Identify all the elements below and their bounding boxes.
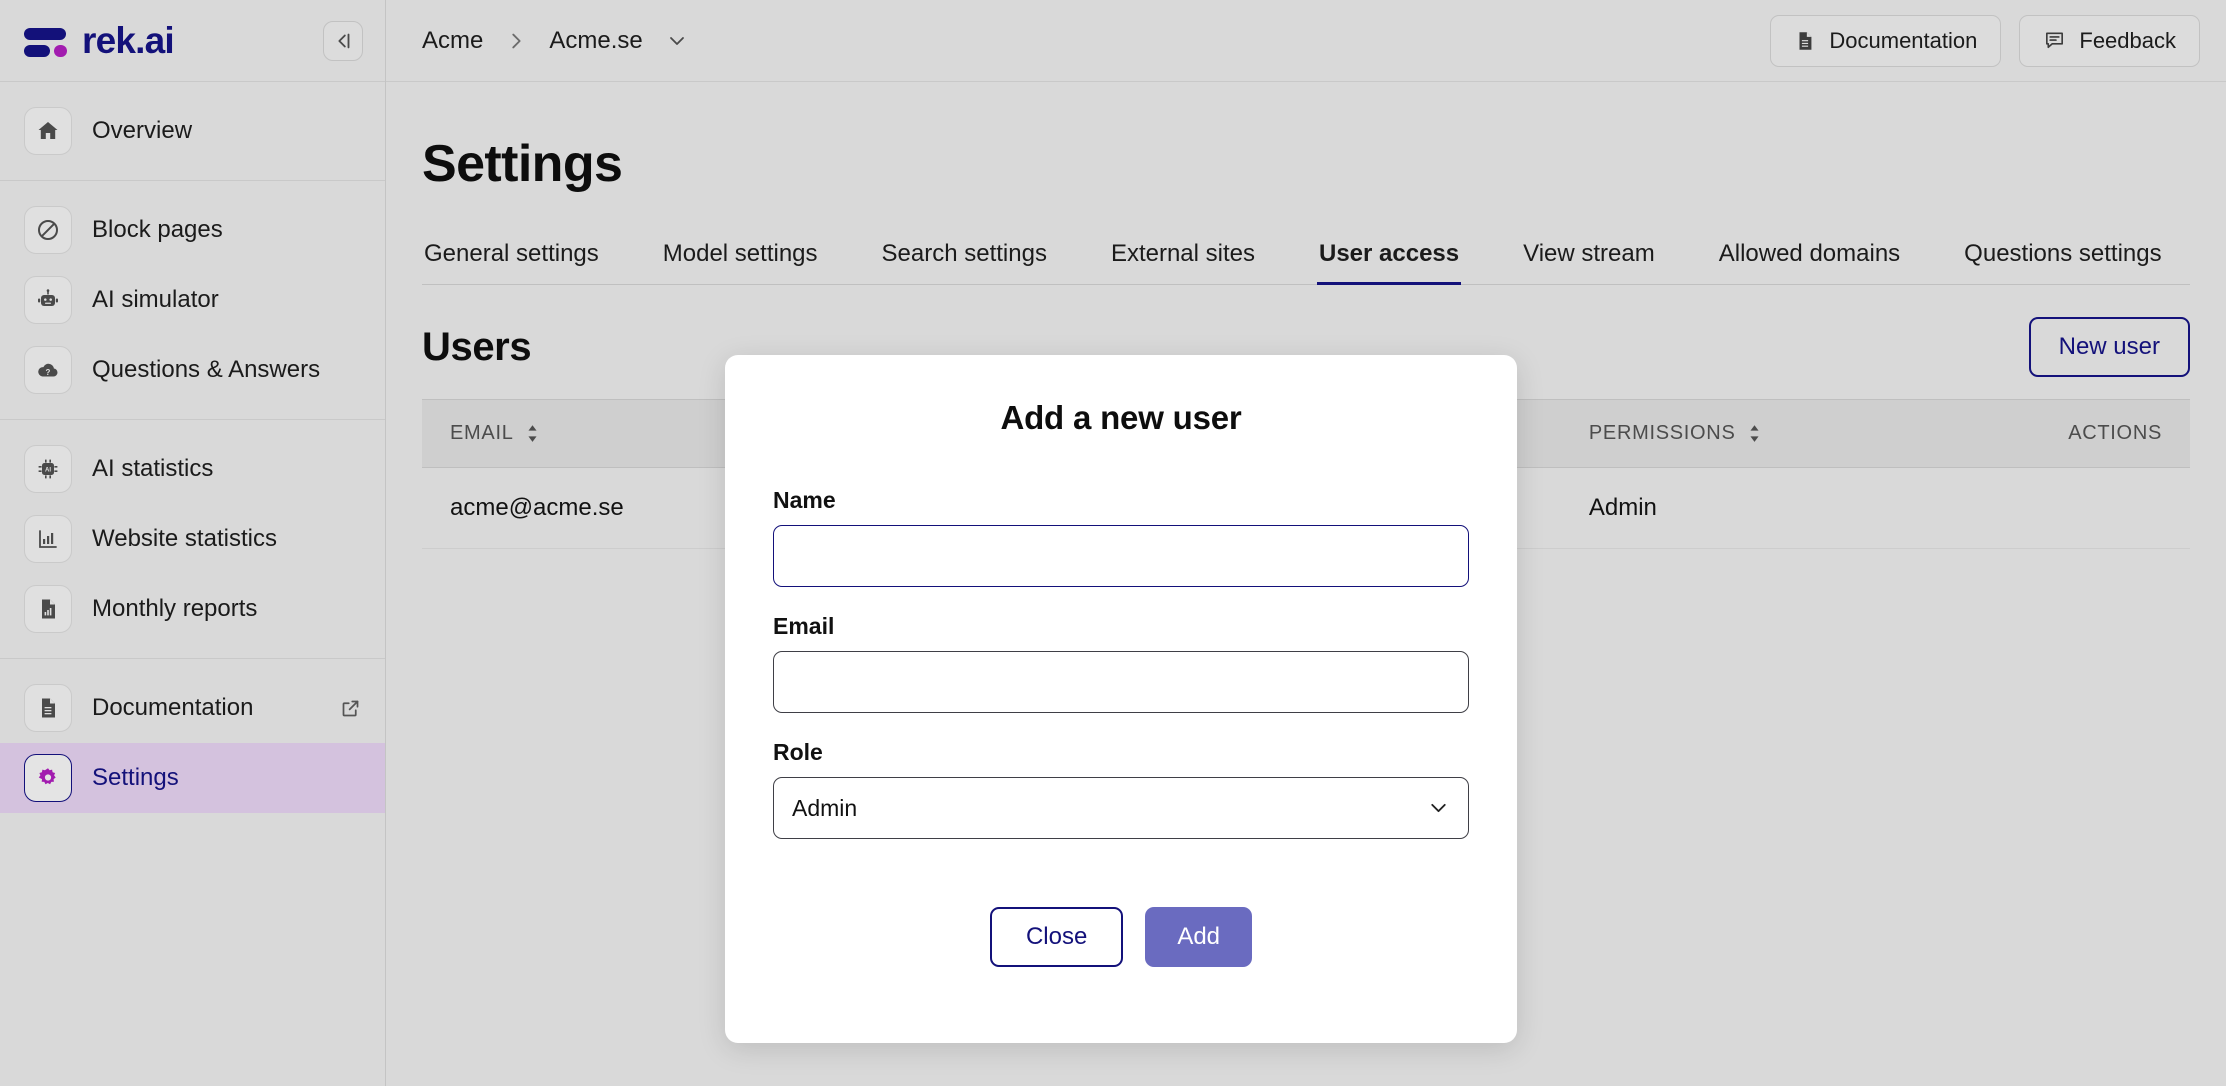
role-field-label: Role bbox=[773, 739, 823, 765]
email-field-label: Email bbox=[773, 613, 835, 639]
cloud-question-icon: ? bbox=[24, 346, 72, 394]
role-field-group: Role AdminUserEditorViewer bbox=[773, 739, 1469, 839]
topbar-actions: Documentation Feedback bbox=[1770, 14, 2200, 67]
role-select[interactable]: AdminUserEditorViewer bbox=[773, 777, 1469, 839]
add-button[interactable]: Add bbox=[1145, 907, 1253, 967]
email-input[interactable] bbox=[773, 651, 1469, 713]
tab-allowed-domains[interactable]: Allowed domains bbox=[1717, 240, 1902, 284]
sidebar-item-ai-statistics[interactable]: AI AI statistics bbox=[0, 434, 385, 504]
sidebar-item-label: Block pages bbox=[92, 216, 223, 243]
sidebar-group-4: Documentation Settings bbox=[0, 658, 385, 827]
breadcrumb-item-org[interactable]: Acme bbox=[422, 27, 483, 55]
document-chart-icon bbox=[24, 585, 72, 633]
sort-icon bbox=[525, 424, 540, 443]
sidebar-item-block-pages[interactable]: Block pages bbox=[0, 195, 385, 265]
home-icon bbox=[24, 107, 72, 155]
brand[interactable]: rek.ai bbox=[24, 20, 175, 61]
sidebar-item-label: Overview bbox=[92, 117, 193, 144]
tab-questions-settings[interactable]: Questions settings bbox=[1962, 240, 2163, 284]
column-header-permissions[interactable]: PERMISSIONS bbox=[1588, 399, 1978, 468]
external-link-icon bbox=[340, 698, 361, 719]
chevron-right-icon bbox=[505, 30, 527, 52]
tab-user-access[interactable]: User access bbox=[1317, 240, 1462, 285]
modal-actions: Close Add bbox=[773, 907, 1469, 967]
sidebar-item-settings[interactable]: Settings bbox=[0, 743, 385, 813]
main-area: Acme Acme.se Documentation Feedback Sett… bbox=[386, 0, 2226, 1086]
feedback-button[interactable]: Feedback bbox=[2019, 14, 2200, 67]
name-field-label: Name bbox=[773, 487, 836, 513]
modal-title: Add a new user bbox=[1000, 399, 1242, 436]
add-user-modal: Add a new user Name Email Role AdminUser… bbox=[725, 355, 1517, 1043]
chip-ai-icon: AI bbox=[24, 445, 72, 493]
tab-view-stream[interactable]: View stream bbox=[1521, 240, 1657, 284]
sidebar-item-label: Website statistics bbox=[92, 525, 277, 552]
sidebar-brand-row: rek.ai bbox=[0, 0, 385, 82]
tab-general-settings[interactable]: General settings bbox=[422, 240, 601, 284]
column-header-actions: ACTIONS bbox=[1977, 399, 2190, 468]
sidebar-item-overview[interactable]: Overview bbox=[0, 96, 385, 166]
cell-permissions: Admin bbox=[1588, 467, 1978, 549]
cell-actions bbox=[1977, 467, 2190, 549]
collapse-sidebar-icon[interactable] bbox=[323, 20, 363, 61]
tab-external-sites[interactable]: External sites bbox=[1109, 240, 1257, 284]
close-button[interactable]: Close bbox=[989, 907, 1124, 967]
new-user-button[interactable]: New user bbox=[2028, 317, 2190, 377]
tab-model-settings[interactable]: Model settings bbox=[661, 240, 820, 284]
document-icon bbox=[1794, 30, 1816, 52]
chat-bubble-icon bbox=[2043, 29, 2066, 52]
sidebar-item-label: Settings bbox=[92, 764, 179, 791]
sidebar-nav: Overview Block pages AI simulator ? Ques… bbox=[0, 82, 385, 1086]
block-circle-icon bbox=[24, 206, 72, 254]
document-icon bbox=[24, 684, 72, 732]
sidebar: rek.ai Overview Block pages AI simulator… bbox=[0, 0, 386, 1086]
sidebar-group-2: Block pages AI simulator ? Questions & A… bbox=[0, 180, 385, 419]
users-title: Users bbox=[422, 324, 532, 369]
sidebar-item-ai-simulator[interactable]: AI simulator bbox=[0, 265, 385, 335]
svg-text:AI: AI bbox=[45, 468, 51, 474]
sidebar-item-monthly-reports[interactable]: Monthly reports bbox=[0, 574, 385, 644]
email-field-group: Email bbox=[773, 613, 1469, 713]
chevron-down-icon[interactable] bbox=[665, 29, 689, 53]
documentation-button-label: Documentation bbox=[1829, 27, 1978, 53]
sort-icon bbox=[1747, 424, 1762, 443]
sidebar-group-3: AI AI statistics Website statistics Mont… bbox=[0, 419, 385, 658]
documentation-button[interactable]: Documentation bbox=[1770, 14, 2002, 67]
sidebar-item-label: AI simulator bbox=[92, 286, 219, 313]
sidebar-group-1: Overview bbox=[0, 82, 385, 180]
sidebar-item-website-statistics[interactable]: Website statistics bbox=[0, 504, 385, 574]
brand-name: rek.ai bbox=[82, 20, 175, 61]
breadcrumb-item-site[interactable]: Acme.se bbox=[549, 27, 642, 55]
settings-tabs: General settings Model settings Search s… bbox=[422, 240, 2190, 285]
bar-chart-icon bbox=[24, 515, 72, 563]
gear-icon bbox=[24, 754, 72, 802]
rek-ai-logo-icon bbox=[24, 24, 68, 58]
column-header-permissions-label: PERMISSIONS bbox=[1588, 422, 1736, 444]
tab-search-settings[interactable]: Search settings bbox=[880, 240, 1049, 284]
sidebar-item-questions-answers[interactable]: ? Questions & Answers bbox=[0, 335, 385, 405]
column-header-actions-label: ACTIONS bbox=[2068, 422, 2162, 444]
feedback-button-label: Feedback bbox=[2079, 27, 2176, 53]
robot-icon bbox=[24, 276, 72, 324]
sidebar-item-label: Documentation bbox=[92, 694, 254, 721]
sidebar-item-documentation[interactable]: Documentation bbox=[0, 673, 385, 743]
breadcrumb: Acme Acme.se bbox=[422, 27, 689, 55]
sidebar-item-label: Questions & Answers bbox=[92, 356, 321, 383]
column-header-email-label: EMAIL bbox=[450, 422, 514, 444]
svg-text:?: ? bbox=[46, 368, 51, 377]
sidebar-item-label: Monthly reports bbox=[92, 595, 258, 622]
app-root: rek.ai Overview Block pages AI simulator… bbox=[0, 0, 2226, 1086]
name-input[interactable] bbox=[773, 525, 1469, 587]
page-title: Settings bbox=[422, 135, 623, 193]
name-field-group: Name bbox=[773, 487, 1469, 587]
sidebar-item-label: AI statistics bbox=[92, 455, 214, 482]
topbar: Acme Acme.se Documentation Feedback bbox=[386, 0, 2226, 82]
